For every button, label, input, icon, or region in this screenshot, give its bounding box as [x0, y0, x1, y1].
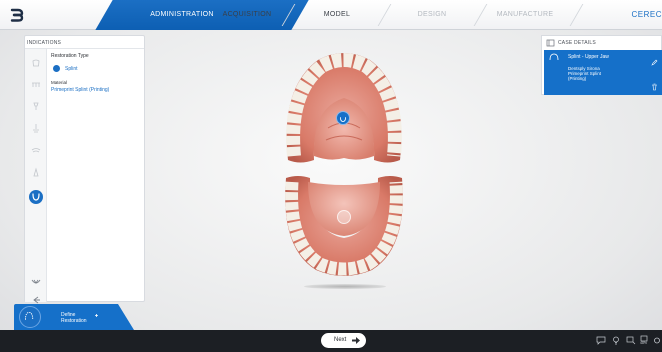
splint-option-label: Splint	[65, 65, 78, 72]
step-separator	[569, 4, 584, 26]
indications-title: INDICATIONS	[25, 36, 144, 49]
indication-content: Restoration Type Splint Material Primepr…	[51, 53, 143, 93]
upper-jaw-model[interactable]	[278, 48, 410, 166]
screenshot-icon[interactable]	[626, 336, 636, 345]
lower-jaw-icon[interactable]	[31, 277, 41, 287]
upper-jaw-icon	[549, 53, 559, 61]
step-separator	[377, 4, 392, 26]
case-item-selected[interactable]: Splint - Upper Jaw Dentsply Sirona Prime…	[544, 50, 662, 95]
lower-jaw-marker[interactable]	[337, 210, 351, 224]
settings-icon[interactable]	[652, 336, 662, 345]
next-button[interactable]: Next	[321, 333, 366, 348]
denture-icon[interactable]	[31, 145, 41, 155]
indication-icon-column	[25, 49, 47, 304]
crown-icon[interactable]	[31, 58, 41, 68]
step-design[interactable]: DESIGN	[397, 0, 467, 30]
define-restoration-icon	[19, 306, 41, 328]
material-value-link[interactable]: Primeprint Splint (Printing)	[51, 87, 143, 93]
model-shadow	[304, 284, 386, 289]
splint-radio[interactable]	[53, 65, 60, 72]
splint-icon[interactable]	[29, 190, 43, 204]
lower-jaw-model[interactable]	[280, 174, 408, 278]
workflow-steps: ADMINISTRATION ACQUISITION MODEL DESIGN …	[92, 0, 662, 30]
implant-icon[interactable]	[31, 101, 41, 111]
lightbulb-icon[interactable]	[611, 336, 621, 345]
case-item-title: Splint - Upper Jaw	[568, 54, 609, 60]
material-label: Material	[51, 80, 68, 85]
arrow-right-icon	[352, 337, 360, 344]
delete-icon[interactable]	[651, 83, 658, 91]
indications-panel: INDICATIONS Restoration Type Splint Mate…	[24, 35, 145, 304]
chat-icon[interactable]	[596, 336, 606, 345]
abutment-icon[interactable]	[31, 123, 41, 133]
restoration-type-label: Restoration Type	[51, 53, 89, 59]
define-label-line2: Restoration	[61, 318, 87, 324]
define-restoration-label: Define Restoration	[61, 312, 87, 324]
brand-label: CEREC	[631, 10, 662, 19]
top-navigation-bar: ADMINISTRATION ACQUISITION MODEL DESIGN …	[0, 0, 662, 30]
define-restoration-tab[interactable]: Define Restoration	[14, 304, 134, 330]
bottom-toolbar: Next 48%	[0, 330, 662, 352]
case-details-title: CASE DETAILS	[558, 40, 596, 46]
step-model[interactable]: MODEL	[302, 0, 372, 30]
step-acquisition[interactable]: ACQUISITION	[212, 0, 282, 30]
bridge-icon[interactable]	[31, 79, 41, 89]
case-item-method: (Printing)	[568, 76, 587, 81]
bite-guard-icon[interactable]	[31, 167, 41, 177]
edit-icon[interactable]	[651, 59, 658, 66]
app-logo-icon[interactable]	[9, 7, 25, 23]
step-manufacture[interactable]: MANUFACTURE	[480, 0, 570, 30]
upper-jaw-marker[interactable]	[336, 111, 350, 125]
zoom-level-text: 48%	[640, 341, 648, 345]
splint-option[interactable]: Splint	[51, 65, 143, 72]
case-details-icon	[546, 39, 555, 47]
next-button-label: Next	[334, 337, 347, 343]
expand-icon[interactable]	[94, 313, 99, 318]
case-details-panel: CASE DETAILS Splint - Upper Jaw Dentsply…	[541, 35, 662, 95]
